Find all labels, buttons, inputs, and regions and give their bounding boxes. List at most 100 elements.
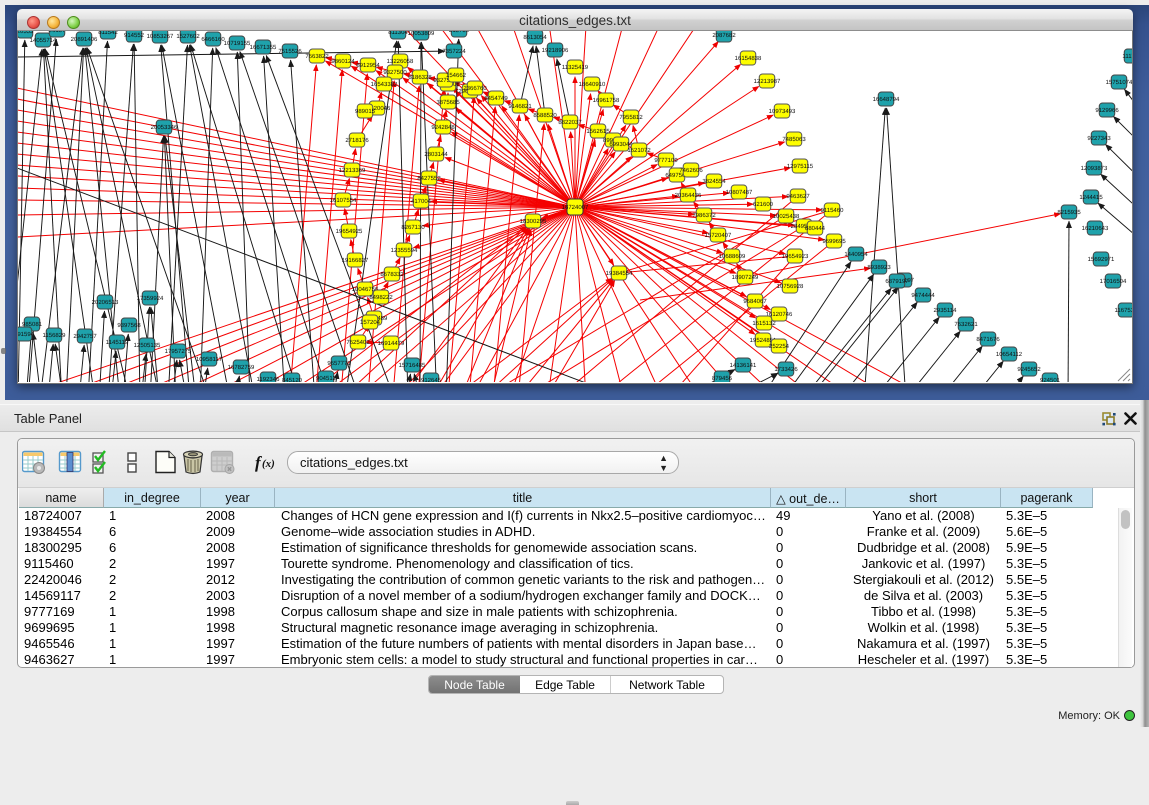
svg-text:11325419: 11325419 xyxy=(562,64,589,71)
svg-text:10719155: 10719155 xyxy=(224,40,251,47)
svg-text:6466160: 6466160 xyxy=(201,36,225,43)
svg-text:2942757: 2942757 xyxy=(73,333,97,340)
svg-text:1167534: 1167534 xyxy=(1115,307,1132,314)
svg-text:914552: 914552 xyxy=(124,32,145,39)
svg-text:2087682: 2087682 xyxy=(712,32,736,39)
svg-text:20891406: 20891406 xyxy=(71,36,98,43)
svg-text:991594: 991594 xyxy=(18,331,35,338)
svg-text:845120: 845120 xyxy=(282,377,303,382)
svg-text:880444: 880444 xyxy=(805,225,826,232)
svg-text:15692971: 15692971 xyxy=(1088,256,1115,263)
svg-text:8938923: 8938923 xyxy=(867,264,891,271)
svg-text:10654112: 10654112 xyxy=(996,351,1023,358)
svg-text:10958117: 10958117 xyxy=(196,356,223,363)
svg-text:8471676: 8471676 xyxy=(976,336,1000,343)
svg-text:12355594: 12355594 xyxy=(391,247,418,254)
svg-text:16107554: 16107554 xyxy=(330,197,357,204)
svg-text:10853267: 10853267 xyxy=(147,33,174,40)
svg-text:6879197: 6879197 xyxy=(885,278,909,285)
svg-text:10807487: 10807487 xyxy=(726,189,753,196)
svg-text:12505135: 12505135 xyxy=(134,342,161,349)
svg-text:621600: 621600 xyxy=(753,201,774,208)
svg-text:18724007: 18724007 xyxy=(562,204,589,211)
svg-text:10688609: 10688609 xyxy=(719,253,746,260)
svg-text:13226058: 13226058 xyxy=(387,58,414,65)
svg-text:8678332: 8678332 xyxy=(380,271,404,278)
svg-text:10025438: 10025438 xyxy=(773,213,800,220)
svg-text:8454749: 8454749 xyxy=(484,95,508,102)
svg-text:9474444: 9474444 xyxy=(911,292,935,299)
svg-text:12213369: 12213369 xyxy=(339,167,366,174)
svg-text:20553: 20553 xyxy=(18,31,34,35)
svg-text:1145119: 1145119 xyxy=(106,339,129,346)
svg-text:9245652: 9245652 xyxy=(1017,366,1041,373)
svg-text:20053346: 20053346 xyxy=(151,124,178,131)
svg-text:1244415: 1244415 xyxy=(1079,194,1103,201)
svg-text:9242848: 9242848 xyxy=(431,124,455,131)
svg-text:8498222: 8498222 xyxy=(369,294,393,301)
svg-text:904512: 904512 xyxy=(316,375,337,382)
svg-text:157204: 157204 xyxy=(360,319,381,326)
svg-text:1621072: 1621072 xyxy=(627,147,651,154)
svg-text:7462606: 7462606 xyxy=(679,167,703,174)
svg-text:2935114: 2935114 xyxy=(934,307,958,314)
svg-text:2366760: 2366760 xyxy=(463,85,487,92)
svg-text:1615132: 1615132 xyxy=(752,320,776,327)
svg-text:16782759: 16782759 xyxy=(228,364,255,371)
svg-text:3875685: 3875685 xyxy=(436,99,460,106)
svg-text:989015: 989015 xyxy=(355,108,376,115)
svg-text:17957275: 17957275 xyxy=(165,348,192,355)
svg-text:19654923: 19654923 xyxy=(782,253,809,260)
svg-text:9397568: 9397568 xyxy=(117,322,141,329)
svg-text:16671355: 16671355 xyxy=(250,44,277,51)
svg-text:9129966: 9129966 xyxy=(1095,107,1119,114)
svg-text:9146821: 9146821 xyxy=(508,103,532,110)
svg-text:7632621: 7632621 xyxy=(954,321,978,328)
svg-text:16543382: 16543382 xyxy=(371,81,398,88)
svg-text:811304: 811304 xyxy=(388,31,408,36)
svg-text:9327500: 9327500 xyxy=(383,69,407,76)
svg-text:811542: 811542 xyxy=(98,31,118,36)
svg-text:16914479: 16914479 xyxy=(378,340,405,347)
svg-text:14136141: 14136141 xyxy=(730,362,757,369)
svg-text:9684067: 9684067 xyxy=(743,298,767,305)
svg-text:17016504: 17016504 xyxy=(1100,278,1127,285)
svg-text:2803144: 2803144 xyxy=(424,151,448,158)
svg-text:9699695: 9699695 xyxy=(822,238,846,245)
svg-text:9777109: 9777109 xyxy=(654,157,678,164)
svg-text:7515526: 7515526 xyxy=(278,48,302,55)
svg-text:8613054: 8613054 xyxy=(523,34,547,41)
svg-text:1527602: 1527602 xyxy=(176,33,200,40)
svg-text:8267130: 8267130 xyxy=(401,224,425,231)
svg-text:1192346: 1192346 xyxy=(257,376,281,382)
svg-text:12093873: 12093873 xyxy=(1081,165,1108,172)
svg-text:16154838: 16154838 xyxy=(735,55,762,62)
svg-text:10973493: 10973493 xyxy=(769,108,796,115)
svg-text:7663822: 7663822 xyxy=(305,53,329,60)
svg-text:8215935: 8215935 xyxy=(1057,209,1081,216)
svg-text:9657771: 9657771 xyxy=(327,360,351,367)
svg-text:18640910: 18640910 xyxy=(579,81,606,88)
svg-text:3824554: 3824554 xyxy=(702,178,726,185)
svg-text:252254: 252254 xyxy=(769,343,790,350)
svg-text:8822037: 8822037 xyxy=(558,119,582,126)
svg-text:12213987: 12213987 xyxy=(754,78,781,85)
svg-text:19218906: 19218906 xyxy=(542,47,569,54)
svg-text:1156829: 1156829 xyxy=(43,332,67,339)
svg-text:9227343: 9227343 xyxy=(1087,135,1111,142)
svg-text:8912954: 8912954 xyxy=(356,62,380,69)
svg-text:19166827: 19166827 xyxy=(342,257,369,264)
svg-text:15720407: 15720407 xyxy=(705,232,732,239)
svg-text:16648794: 16648794 xyxy=(873,96,900,103)
svg-text:8588520: 8588520 xyxy=(533,112,557,119)
svg-text:15716485: 15716485 xyxy=(399,362,426,369)
svg-text:19654925: 19654925 xyxy=(336,228,363,235)
svg-text:879456: 879456 xyxy=(712,375,733,382)
svg-text:16961758: 16961758 xyxy=(593,97,620,104)
svg-text:14055714: 14055714 xyxy=(30,37,57,44)
svg-text:215736: 215736 xyxy=(449,31,470,34)
svg-text:912645: 912645 xyxy=(421,377,442,382)
svg-text:7485063: 7485063 xyxy=(782,136,806,143)
svg-text:924501: 924501 xyxy=(1040,377,1061,382)
svg-text:417004: 417004 xyxy=(411,198,432,205)
